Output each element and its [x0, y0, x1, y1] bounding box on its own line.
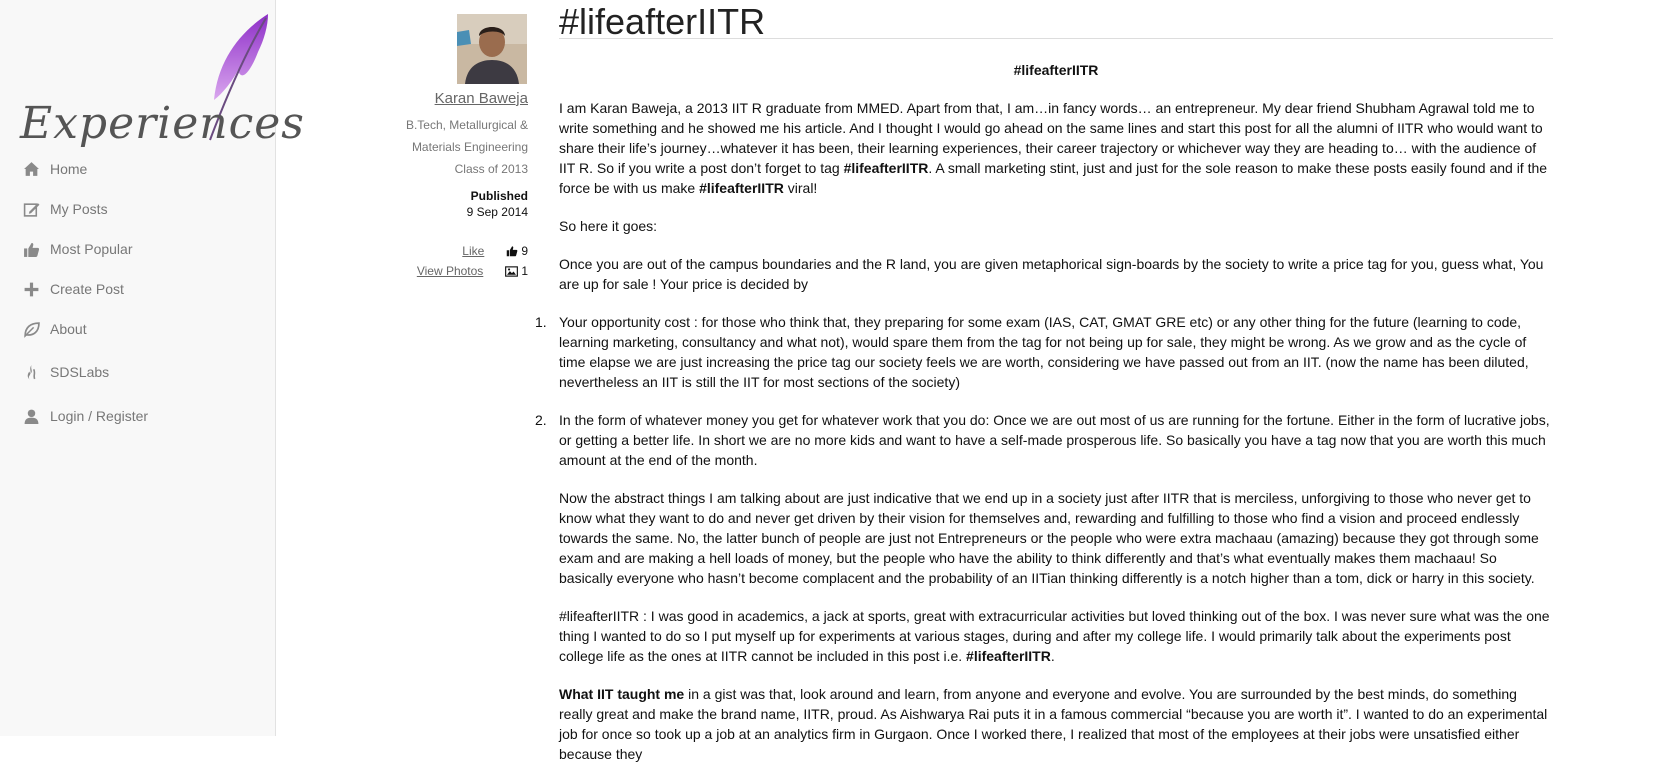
paragraph-price-tag: Once you are out of the campus boundarie…: [559, 256, 1544, 292]
list-item: 2. In the form of whatever money you get…: [535, 410, 1553, 470]
nav-login-register-label: Login / Register: [50, 408, 149, 424]
nav-my-posts-label: My Posts: [50, 201, 108, 217]
logo-text: Experiences: [20, 98, 305, 149]
user-icon: [22, 407, 40, 425]
photos-count-value: 1: [521, 264, 528, 278]
list-item: 1. Your opportunity cost : for those who…: [535, 312, 1553, 392]
like-count: 9: [506, 244, 528, 258]
paragraph-text-b: .: [1050, 648, 1055, 664]
nav-create-post[interactable]: Create Post: [22, 276, 124, 302]
nav-most-popular-label: Most Popular: [50, 241, 133, 257]
leaf-icon: [22, 320, 40, 338]
author-degree: B.Tech, Metallurgical & Materials Engine…: [378, 114, 528, 180]
published-label: Published: [470, 189, 528, 203]
nav-login-register[interactable]: Login / Register: [22, 403, 148, 429]
paragraph-intro: I am Karan Baweja, a 2013 IIT R graduate…: [559, 98, 1553, 198]
nav-home[interactable]: Home: [22, 156, 87, 182]
thumbs-up-icon: [22, 240, 40, 258]
author-degree-line1: B.Tech, Metallurgical &: [405, 118, 528, 132]
sidebar: Experiences Home My Posts Most Popular C…: [0, 0, 304, 736]
hashtag-bold: #lifeafterIITR: [966, 648, 1051, 664]
list-item-text: Your opportunity cost : for those who th…: [559, 314, 1529, 390]
like-link[interactable]: Like: [462, 244, 484, 258]
home-icon: [22, 160, 40, 178]
photos-row: View Photos 1: [417, 264, 528, 278]
author-class: Class of 2013: [454, 162, 528, 176]
post-title: #lifeafterIITR: [559, 0, 1553, 39]
bold-lead: What IIT taught me: [559, 686, 685, 702]
edit-icon: [22, 200, 40, 218]
nav-about[interactable]: About: [22, 316, 87, 342]
post-hashtag-heading: #lifeafterIITR: [1013, 62, 1099, 78]
author-degree-line2: Materials Engineering: [411, 140, 528, 154]
author-name-link[interactable]: Karan Baweja: [435, 90, 528, 107]
list-number: 1.: [535, 314, 547, 330]
flame-icon: [22, 363, 40, 381]
nav-most-popular[interactable]: Most Popular: [22, 236, 132, 262]
like-count-value: 9: [521, 244, 528, 258]
avatar-photo: [457, 14, 527, 84]
nav-sdslabs[interactable]: SDSLabs: [22, 359, 109, 385]
price-list: 1. Your opportunity cost : for those who…: [535, 312, 1553, 470]
photos-count: 1: [505, 264, 528, 278]
nav-sdslabs-label: SDSLabs: [50, 364, 110, 380]
paragraph-intro-text-c: viral!: [783, 180, 818, 196]
hashtag-bold: #lifeafterIITR: [699, 180, 784, 196]
image-icon: [505, 265, 519, 277]
view-photos-link[interactable]: View Photos: [417, 264, 484, 278]
paragraph-here-it-goes: So here it goes:: [559, 218, 658, 234]
nav-home-label: Home: [50, 161, 88, 177]
paragraph-abstract: Now the abstract things I am talking abo…: [559, 490, 1539, 586]
avatar[interactable]: [457, 14, 527, 84]
published-date: 9 Sep 2014: [466, 205, 528, 219]
plus-icon: [22, 280, 40, 298]
list-item-text: In the form of whatever money you get fo…: [559, 412, 1550, 468]
experiences-logo[interactable]: Experiences: [20, 12, 304, 149]
nav-about-label: About: [50, 321, 87, 337]
hashtag-bold: #lifeafterIITR: [843, 160, 929, 176]
paragraph-text: in a gist was that, look around and lear…: [559, 686, 1548, 762]
like-row: Like 9: [462, 244, 528, 258]
paragraph-what-iit-taught: What IIT taught me in a gist was that, l…: [559, 684, 1553, 764]
nav-my-posts[interactable]: My Posts: [22, 196, 108, 222]
paragraph-lifeafteriitr: #lifeafterIITR : I was good in academics…: [559, 606, 1553, 666]
thumbs-up-small-icon: [507, 246, 518, 257]
nav-create-post-label: Create Post: [50, 281, 124, 297]
post-body: #lifeafterIITR I am Karan Baweja, a 2013…: [535, 60, 1553, 782]
list-number: 2.: [535, 412, 547, 428]
